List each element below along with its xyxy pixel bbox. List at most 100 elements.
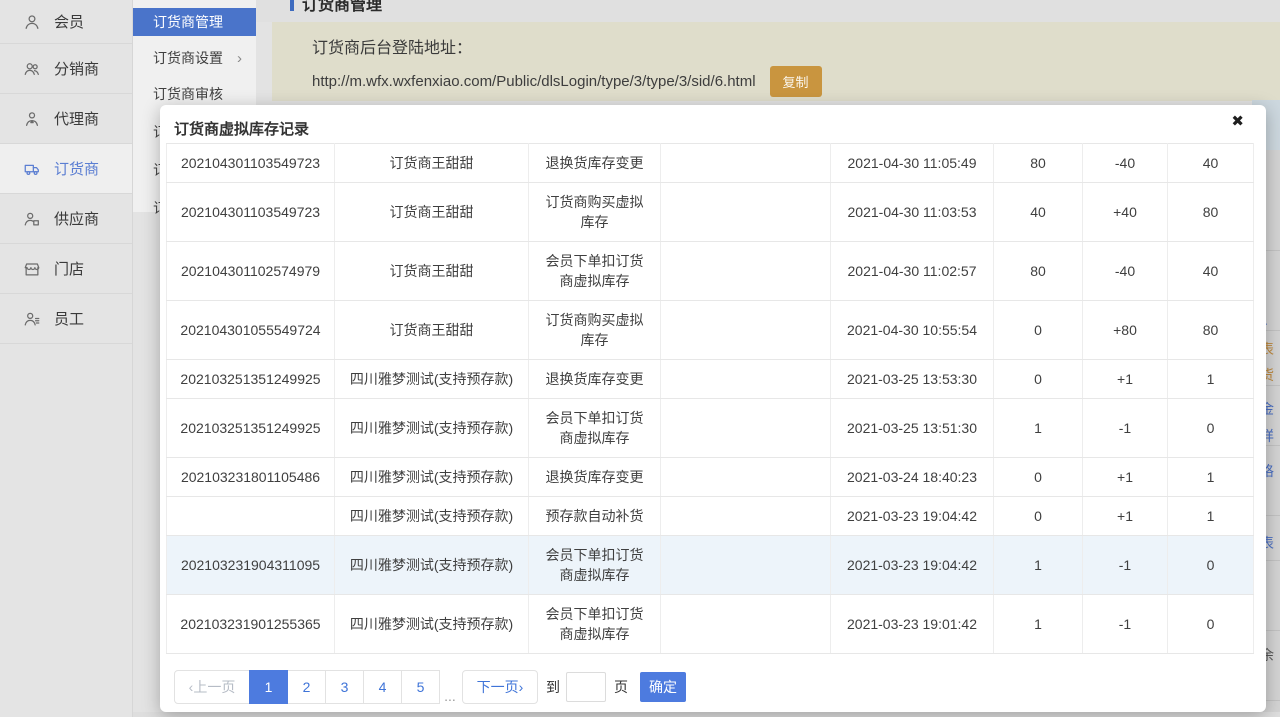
- stock-after-cell: 0: [1168, 399, 1254, 458]
- table-row: 202104301055549724订货商王甜甜订货商购买虚拟库存2021-04…: [167, 301, 1254, 360]
- sidebar-item-门店[interactable]: 门店: [0, 244, 132, 294]
- page-title: 订货商管理: [290, 0, 382, 15]
- sidebar-item-会员[interactable]: 会员: [0, 0, 132, 44]
- member-icon: [22, 12, 42, 32]
- record-id-cell: 202103231904311095: [167, 536, 335, 595]
- sidebar-item-label: 员工: [54, 308, 84, 329]
- record-id-cell: [167, 497, 335, 536]
- table-row: 202103231801105486四川雅梦测试(支持预存款)退换货库存变更20…: [167, 458, 1254, 497]
- change-type-cell: 退换货库存变更: [529, 360, 661, 399]
- sidebar: 会员分销商代理商订货商供应商门店员工: [0, 0, 133, 717]
- table-row: 四川雅梦测试(支持预存款)预存款自动补货2021-03-23 19:04:420…: [167, 497, 1254, 536]
- change-type-cell: 会员下单扣订货商虚拟库存: [529, 242, 661, 301]
- sidebar-item-label: 代理商: [54, 108, 99, 129]
- record-id-cell: 202104301103549723: [167, 183, 335, 242]
- submenu-item-订货商审核[interactable]: 订货商审核: [133, 80, 256, 108]
- agent-icon: [22, 109, 42, 129]
- change-type-cell: 订货商购买虚拟库存: [529, 183, 661, 242]
- background-bottom-sliver: [133, 712, 1280, 717]
- stock-change-cell: -40: [1083, 144, 1168, 183]
- remark-cell: [661, 595, 831, 654]
- record-id-cell: 202104301103549723: [167, 144, 335, 183]
- prev-page-button[interactable]: ‹上一页: [174, 670, 250, 704]
- time-cell: 2021-03-23 19:04:42: [831, 497, 994, 536]
- remark-cell: [661, 301, 831, 360]
- time-cell: 2021-03-23 19:04:42: [831, 536, 994, 595]
- sidebar-item-员工[interactable]: 员工: [0, 294, 132, 344]
- copy-button[interactable]: 复制: [770, 66, 822, 97]
- stock-after-cell: 80: [1168, 301, 1254, 360]
- sidebar-item-分销商[interactable]: 分销商: [0, 44, 132, 94]
- stock-before-cell: 1: [994, 595, 1083, 654]
- stock-after-cell: 1: [1168, 360, 1254, 399]
- stock-before-cell: 80: [994, 242, 1083, 301]
- page-unit-label: 页: [614, 677, 628, 697]
- submenu-item-订货商设置[interactable]: 订货商设置›: [133, 44, 256, 72]
- orderer-name-cell: 订货商王甜甜: [335, 301, 529, 360]
- stock-before-cell: 0: [994, 458, 1083, 497]
- table-row: 202103231901255365四川雅梦测试(支持预存款)会员下单扣订货商虚…: [167, 595, 1254, 654]
- page-button-2[interactable]: 2: [287, 670, 326, 704]
- record-id-cell: 202104301055549724: [167, 301, 335, 360]
- remark-cell: [661, 360, 831, 399]
- login-address-label: 订货商后台登陆地址：: [312, 34, 472, 58]
- time-cell: 2021-03-24 18:40:23: [831, 458, 994, 497]
- table-row: 202103251351249925四川雅梦测试(支持预存款)会员下单扣订货商虚…: [167, 399, 1254, 458]
- stock-before-cell: 1: [994, 399, 1083, 458]
- change-type-cell: 退换货库存变更: [529, 144, 661, 183]
- stock-after-cell: 0: [1168, 595, 1254, 654]
- title-accent-bar: [290, 0, 294, 11]
- change-type-cell: 退换货库存变更: [529, 458, 661, 497]
- stock-change-cell: -1: [1083, 595, 1168, 654]
- stock-change-cell: -1: [1083, 399, 1168, 458]
- page-button-5[interactable]: 5: [401, 670, 440, 704]
- table-row: 202104301102574979订货商王甜甜会员下单扣订货商虚拟库存2021…: [167, 242, 1254, 301]
- confirm-button[interactable]: 确定: [640, 672, 686, 702]
- time-cell: 2021-04-30 11:05:49: [831, 144, 994, 183]
- next-page-button[interactable]: 下一页›: [462, 670, 538, 704]
- record-id-cell: 202103251351249925: [167, 399, 335, 458]
- stock-change-cell: -1: [1083, 536, 1168, 595]
- orderer-icon: [22, 159, 42, 179]
- sidebar-item-label: 订货商: [54, 158, 99, 179]
- stock-change-cell: +1: [1083, 497, 1168, 536]
- stock-after-cell: 40: [1168, 144, 1254, 183]
- stock-change-cell: +1: [1083, 458, 1168, 497]
- stock-after-cell: 0: [1168, 536, 1254, 595]
- page-title-text: 订货商管理: [302, 0, 382, 15]
- virtual-stock-record-modal: 订货商虚拟库存记录 ✖ 202104301103549723订货商王甜甜退换货库…: [160, 105, 1266, 712]
- stock-change-cell: +40: [1083, 183, 1168, 242]
- stock-before-cell: 80: [994, 144, 1083, 183]
- change-type-cell: 会员下单扣订货商虚拟库存: [529, 595, 661, 654]
- remark-cell: [661, 497, 831, 536]
- sidebar-item-label: 分销商: [54, 58, 99, 79]
- remark-cell: [661, 458, 831, 497]
- orderer-name-cell: 四川雅梦测试(支持预存款): [335, 399, 529, 458]
- orderer-name-cell: 四川雅梦测试(支持预存款): [335, 536, 529, 595]
- orderer-name-cell: 订货商王甜甜: [335, 144, 529, 183]
- sidebar-item-订货商[interactable]: 订货商: [0, 144, 132, 194]
- time-cell: 2021-04-30 11:03:53: [831, 183, 994, 242]
- stock-before-cell: 40: [994, 183, 1083, 242]
- login-address-panel: 订货商后台登陆地址： http://m.wfx.wxfenxiao.com/Pu…: [272, 22, 1280, 101]
- page-number-list: 12345: [250, 670, 440, 704]
- sidebar-item-label: 供应商: [54, 208, 99, 229]
- page-button-1[interactable]: 1: [249, 670, 288, 704]
- table-row: 202104301103549723订货商王甜甜退换货库存变更 2021-04-3…: [167, 144, 1254, 183]
- goto-label: 到: [546, 677, 560, 697]
- sidebar-item-label: 门店: [54, 258, 84, 279]
- sidebar-item-代理商[interactable]: 代理商: [0, 94, 132, 144]
- close-icon[interactable]: ✖: [1231, 114, 1244, 129]
- submenu-item-label: 订货商设置: [153, 48, 223, 68]
- page-button-3[interactable]: 3: [325, 670, 364, 704]
- submenu-item-订货商管理[interactable]: 订货商管理: [133, 8, 256, 36]
- goto-page-input[interactable]: [566, 672, 606, 702]
- page-button-4[interactable]: 4: [363, 670, 402, 704]
- time-cell: 2021-03-25 13:51:30: [831, 399, 994, 458]
- orderer-name-cell: 四川雅梦测试(支持预存款): [335, 497, 529, 536]
- sidebar-item-供应商[interactable]: 供应商: [0, 194, 132, 244]
- remark-cell: [661, 144, 831, 183]
- remark-cell: [661, 536, 831, 595]
- table-row: 202104301103549723订货商王甜甜订货商购买虚拟库存2021-04…: [167, 183, 1254, 242]
- pagination: ‹上一页 12345 ... 下一页› 到 页 确定: [174, 670, 686, 704]
